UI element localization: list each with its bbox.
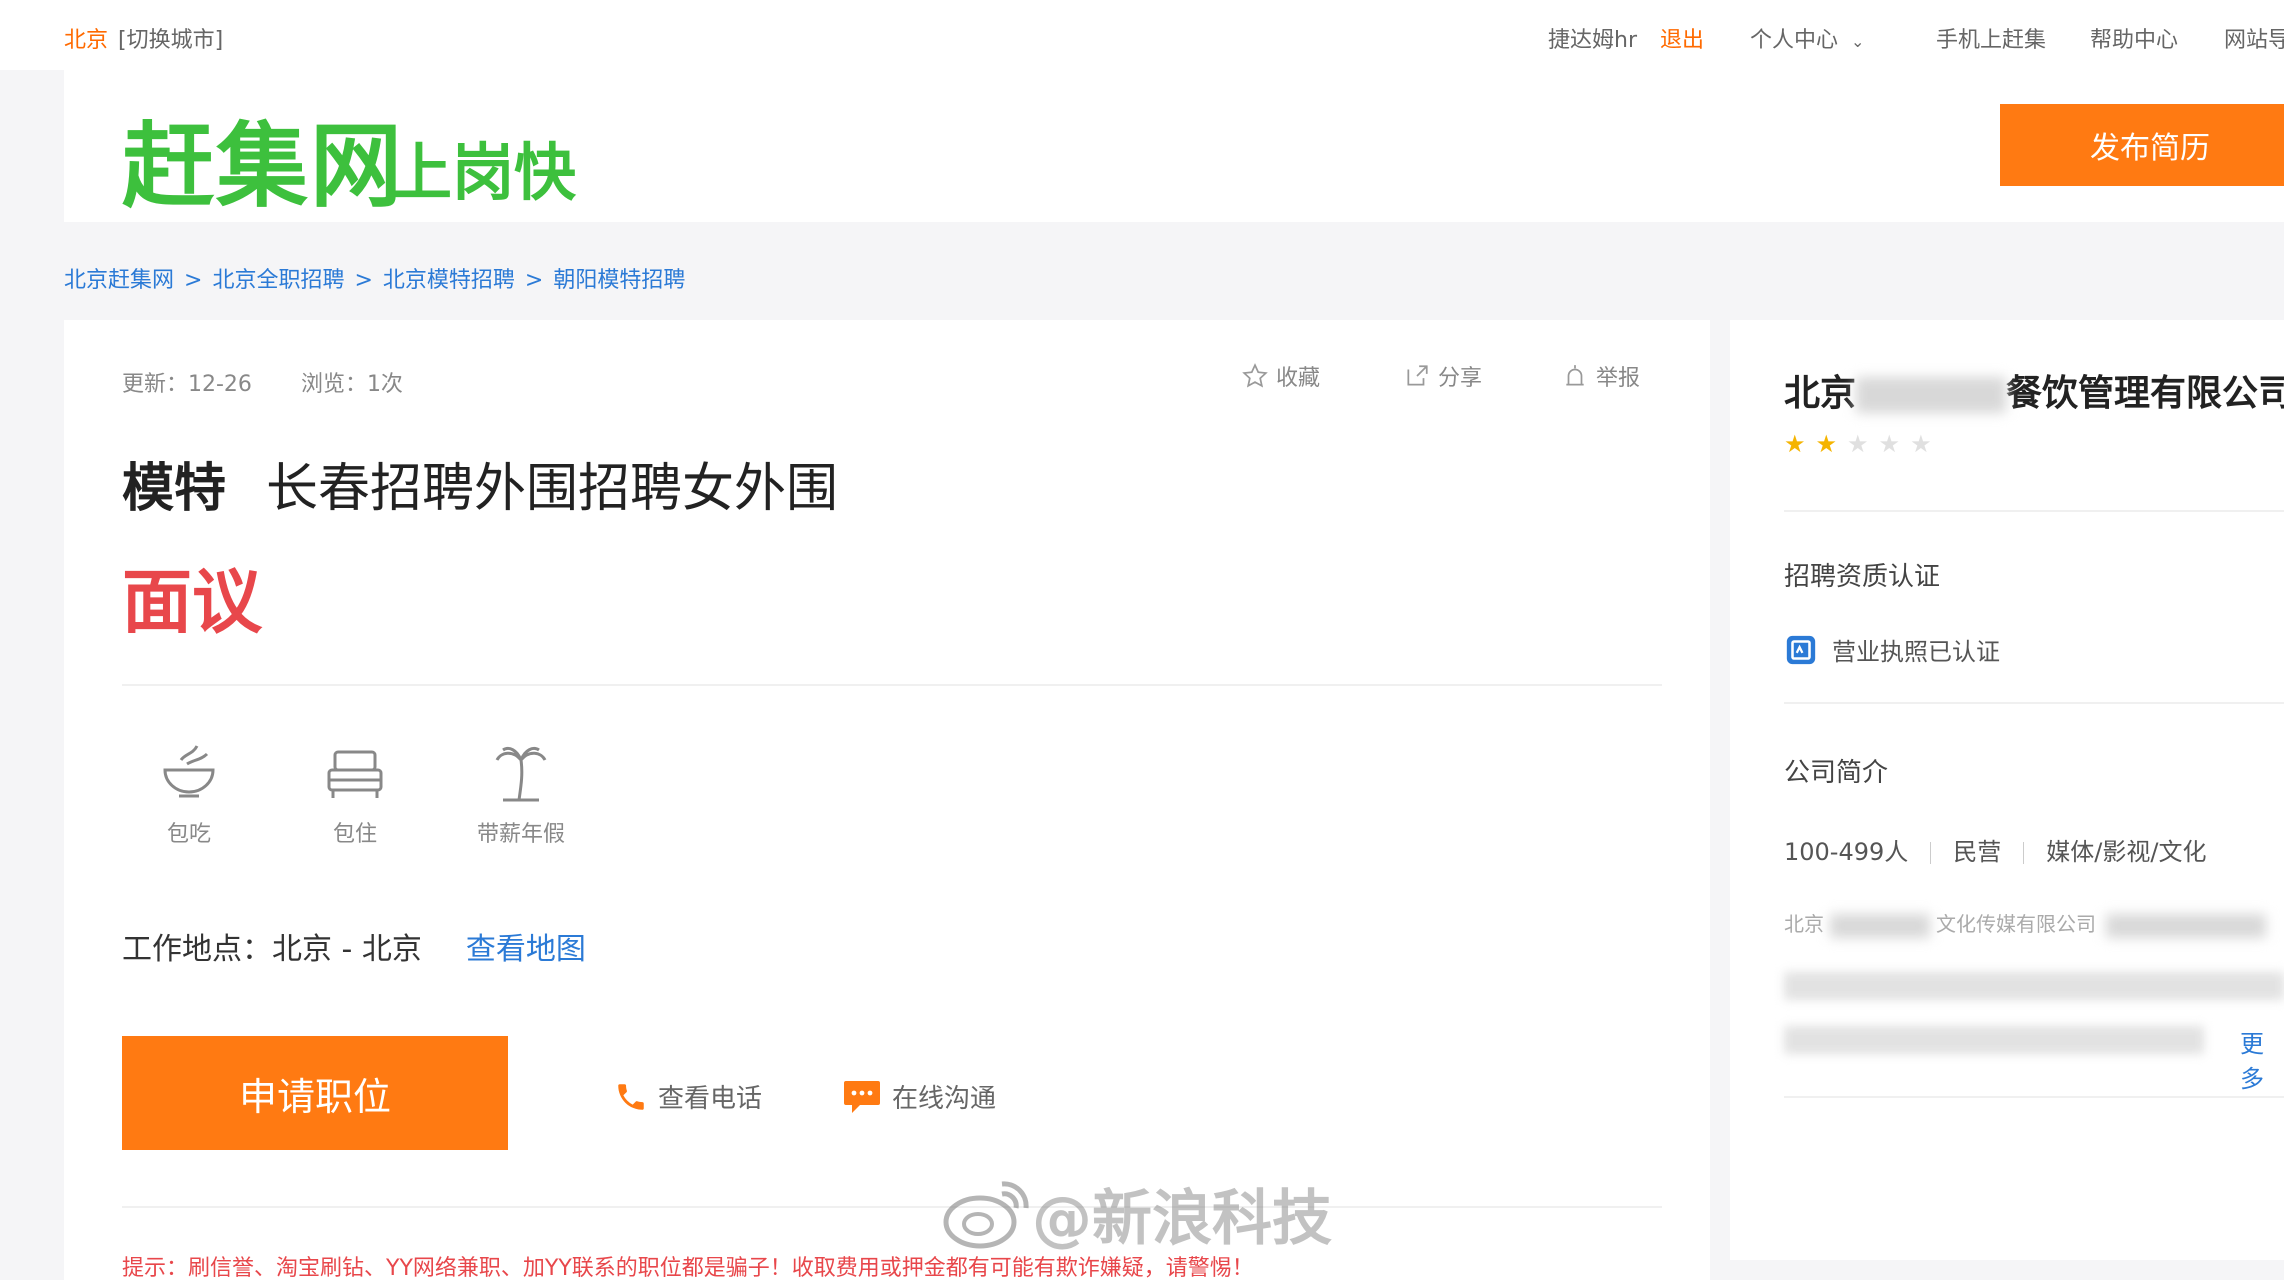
logo[interactable]: 赶集网 — [122, 92, 404, 225]
divider — [122, 684, 1662, 686]
watermark: @新浪科技 — [940, 1170, 1332, 1257]
watermark-text: @新浪科技 — [1032, 1184, 1332, 1254]
company-name-suffix: 餐饮管理有限公司 — [2006, 373, 2284, 414]
top-bar: 北京 [切换城市] 捷达姆hr 退出 个人中心 ⌄ 手机上赶集 帮助中心 网站导 — [0, 0, 2284, 70]
star-filled-icon: ★ — [1784, 430, 1806, 458]
star-empty-icon: ★ — [1910, 430, 1932, 458]
updated-date: 更新：12-26 — [122, 372, 252, 397]
favorite-label: 收藏 — [1276, 366, 1321, 391]
star-empty-icon: ★ — [1847, 430, 1869, 458]
share-icon — [1407, 365, 1428, 386]
redaction-blur — [1830, 913, 1930, 938]
job-detail-card: 更新：12-26 浏览：1次 收藏 分享 举报 模特 长春招聘外围招聘女外围 面议… — [64, 320, 1710, 1280]
desc-fragment: 北京 — [1784, 912, 1824, 936]
company-tags: 100-499人 民营 媒体/影视/文化 — [1784, 832, 2206, 867]
star-empty-icon: ★ — [1878, 430, 1901, 458]
benefit-housing: 包住 — [300, 740, 410, 848]
cert-label: 营业执照已认证 — [1832, 638, 2000, 666]
more-link[interactable]: 更多 — [2240, 1024, 2284, 1094]
redaction-blur — [1856, 377, 2007, 413]
business-license-cert: 营业执照已认证 — [1784, 632, 2000, 667]
tag-separator — [1930, 842, 1932, 864]
company-size: 100-499人 — [1784, 838, 1909, 866]
salary: 面议 — [122, 561, 262, 643]
report-button[interactable]: 举报 — [1562, 360, 1640, 392]
divider — [1784, 1096, 2284, 1098]
divider — [122, 1206, 1662, 1208]
chevron-down-icon: ⌄ — [1851, 32, 1865, 51]
company-rating: ★ ★ ★ ★ ★ — [1784, 430, 1932, 458]
report-icon — [1566, 365, 1584, 386]
breadcrumb-item[interactable]: 朝阳模特招聘 — [553, 268, 685, 293]
current-city: 北京 — [64, 28, 109, 53]
online-chat-label: 在线沟通 — [892, 1084, 997, 1114]
benefit-label: 包住 — [332, 822, 377, 847]
palm-tree-icon — [495, 746, 547, 802]
view-phone-label: 查看电话 — [658, 1084, 763, 1114]
divider — [1784, 702, 2284, 704]
location-value: 北京 - 北京 — [272, 932, 422, 967]
redaction-blur — [2106, 913, 2266, 938]
view-map-link[interactable]: 查看地图 — [466, 932, 586, 967]
desc-fragment: 文化传媒有限公司 — [1936, 912, 2096, 936]
personal-center-menu[interactable]: 个人中心 ⌄ — [1750, 22, 1864, 54]
divider — [1784, 510, 2284, 512]
intro-section-title: 公司简介 — [1784, 758, 1889, 788]
logout-link[interactable]: 退出 — [1660, 22, 1704, 54]
benefit-label: 包吃 — [166, 822, 211, 847]
company-type: 民营 — [1953, 838, 2002, 866]
company-card: 北京 餐饮管理有限公司 ★ ★ ★ ★ ★ 招聘资质认证 营业执照已认证 公司简介 100… — [1730, 320, 2284, 1260]
tag-separator — [2023, 842, 2025, 864]
benefit-paid-leave: 带薪年假 — [466, 740, 576, 848]
username[interactable]: 捷达姆hr — [1548, 22, 1637, 54]
phone-icon — [618, 1083, 644, 1110]
company-name-prefix: 北京 — [1784, 373, 1857, 414]
report-label: 举报 — [1596, 366, 1641, 391]
mobile-link[interactable]: 手机上赶集 — [1936, 22, 2046, 54]
cert-section-title: 招聘资质认证 — [1784, 562, 1941, 592]
job-category: 模特 — [122, 459, 227, 519]
blurred-text-line — [1784, 972, 2284, 1000]
blurred-text-line — [1784, 1026, 2204, 1054]
view-count: 浏览：1次 — [300, 372, 403, 397]
benefit-label: 带薪年假 — [476, 822, 565, 847]
favorite-button[interactable]: 收藏 — [1242, 360, 1320, 392]
breadcrumb-item[interactable]: 北京模特招聘 — [383, 268, 515, 293]
site-nav-link[interactable]: 网站导 — [2224, 22, 2284, 54]
benefit-meals: 包吃 — [134, 740, 244, 848]
breadcrumb-separator: > — [524, 268, 544, 293]
chat-bubble-icon — [844, 1080, 880, 1113]
publish-resume-button[interactable]: 发布简历 — [2000, 104, 2284, 186]
job-meta: 更新：12-26 浏览：1次 — [122, 366, 403, 398]
company-name[interactable]: 北京 餐饮管理有限公司 — [1784, 364, 2284, 416]
online-chat-button[interactable]: 在线沟通 — [842, 1078, 996, 1115]
license-icon — [1786, 635, 1816, 664]
site-header: 赶集网 上岗快 发布简历 — [64, 70, 2284, 222]
apply-job-button[interactable]: 申请职位 — [122, 1036, 508, 1150]
help-center-link[interactable]: 帮助中心 — [2090, 22, 2178, 54]
company-description: 北京 文化传媒有限公司 — [1784, 908, 2266, 938]
weibo-logo-icon — [943, 1180, 1029, 1248]
star-filled-icon: ★ — [1815, 430, 1838, 458]
share-label: 分享 — [1438, 366, 1483, 391]
star-outline-icon — [1242, 363, 1268, 388]
breadcrumb: 北京赶集网 > 北京全职招聘 > 北京模特招聘 > 朝阳模特招聘 — [64, 262, 685, 294]
bed-icon — [327, 750, 383, 798]
work-location: 工作地点：北京 - 北京 查看地图 — [122, 924, 586, 968]
bowl-icon — [163, 745, 215, 798]
share-button[interactable]: 分享 — [1404, 360, 1482, 392]
breadcrumb-separator: > — [354, 268, 373, 293]
personal-center-label: 个人中心 — [1750, 28, 1839, 53]
job-title-text: 长春招聘外围招聘女外围 — [266, 459, 839, 519]
job-title: 模特 长春招聘外围招聘女外围 — [122, 446, 838, 521]
location-label: 工作地点： — [122, 932, 272, 967]
logo-slogan: 上岗快 — [390, 136, 577, 209]
switch-city-link[interactable]: [切换城市] — [118, 22, 223, 54]
company-industry: 媒体/影视/文化 — [2046, 838, 2207, 866]
breadcrumb-item[interactable]: 北京赶集网 — [64, 268, 174, 293]
view-phone-button[interactable]: 查看电话 — [614, 1078, 762, 1115]
breadcrumb-item[interactable]: 北京全职招聘 — [212, 268, 344, 293]
breadcrumb-separator: > — [184, 268, 203, 293]
